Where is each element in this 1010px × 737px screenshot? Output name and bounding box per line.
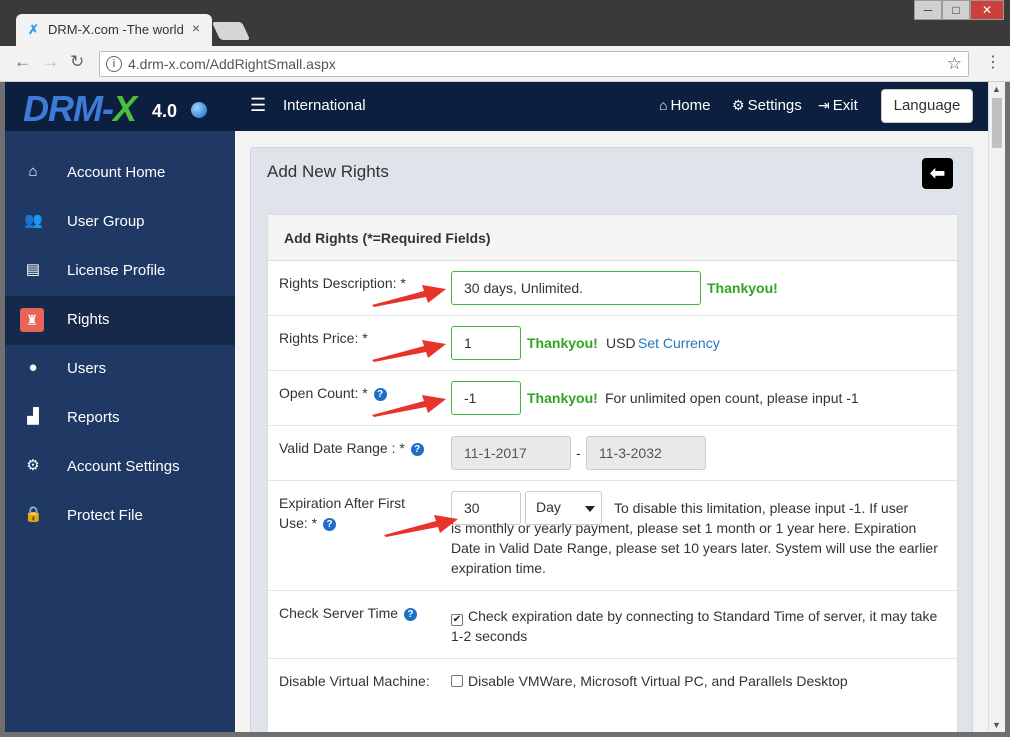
sidebar-item-rights[interactable]: ♜ Rights <box>5 296 235 345</box>
scrollbar[interactable]: ▲ ▼ <box>988 82 1005 732</box>
back-button[interactable]: ⬅ <box>922 158 953 189</box>
forward-arrow-icon[interactable]: → <box>42 52 59 72</box>
url-text: 4.drm-x.com/AddRightSmall.aspx <box>128 56 336 72</box>
expiration-hint-rest: is monthly or yearly payment, please set… <box>451 520 938 576</box>
disable-vm-checkbox[interactable] <box>451 675 463 687</box>
valid-date-row: Valid Date Range : * ? 11-1-2017 - 11-3-… <box>268 426 957 481</box>
date-separator: - <box>576 445 581 461</box>
help-icon[interactable]: ? <box>410 443 424 456</box>
home-icon: ⌂ <box>28 163 38 180</box>
open-count-input[interactable]: -1 <box>451 381 521 415</box>
red-arrow-annotation <box>384 515 458 537</box>
gear-icon: ⚙ <box>26 457 40 474</box>
disable-vm-row: Disable Virtual Machine: Disable VMWare,… <box>268 659 957 724</box>
rights-icon: ♜ <box>20 308 44 332</box>
disable-vm-label: Disable Virtual Machine: <box>279 673 430 689</box>
file-icon: ▤ <box>25 261 41 278</box>
reload-icon[interactable]: ↻ <box>70 52 84 72</box>
new-tab-button[interactable] <box>211 22 251 40</box>
international-label[interactable]: International <box>283 97 366 114</box>
sidebar-item-users[interactable]: ● Users <box>5 345 235 394</box>
valid-date-label-wrap: Valid Date Range : * ? <box>279 438 434 458</box>
top-navbar: DRM-X 4.0 ☰ International ⌂ Home ⚙ Setting… <box>5 82 988 131</box>
sidebar-item-account-home[interactable]: ⌂ Account Home <box>5 149 235 198</box>
page-title: Add New Rights <box>267 162 389 181</box>
rights-description-input[interactable]: 30 days, Unlimited. <box>451 271 701 305</box>
disable-vm-text: Disable VMWare, Microsoft Virtual PC, an… <box>468 673 848 689</box>
favicon-icon: ✗ <box>28 22 39 37</box>
home-icon: ⌂ <box>659 97 668 113</box>
set-currency-link[interactable]: Set Currency <box>638 333 720 353</box>
help-icon[interactable]: ? <box>403 608 417 621</box>
lock-icon: 🔒 <box>24 506 43 523</box>
expiration-hint-line1: To disable this limitation, please input… <box>614 500 909 516</box>
help-icon[interactable]: ? <box>323 518 337 531</box>
tab-title: DRM-X.com -The world <box>48 22 184 37</box>
valid-date-from-input[interactable]: 11-1-2017 <box>451 436 571 470</box>
browser-menu-icon[interactable]: ⋮ <box>985 52 1001 72</box>
info-icon[interactable]: i <box>106 56 122 72</box>
currency-text: USD <box>606 335 636 351</box>
tab-close-icon[interactable]: × <box>192 20 200 36</box>
chevron-down-icon <box>585 506 595 512</box>
hamburger-menu-icon[interactable]: ☰ <box>250 95 266 116</box>
rights-description-status: Thankyou! <box>707 280 778 296</box>
sidebar-item-protect-file[interactable]: 🔒 Protect File <box>5 492 235 541</box>
user-group-icon: 👥 <box>24 212 43 229</box>
expiration-unit-value: Day <box>536 499 561 515</box>
sidebar-item-reports[interactable]: ▟ Reports <box>5 394 235 443</box>
globe-icon <box>191 102 207 118</box>
address-bar[interactable]: i 4.drm-x.com/AddRightSmall.aspx ☆ <box>99 51 969 77</box>
valid-date-label: Valid Date Range : * <box>279 440 405 456</box>
nav-settings-link[interactable]: ⚙ Settings <box>732 97 802 114</box>
open-count-label: Open Count: * <box>279 385 368 401</box>
nav-exit-link[interactable]: ⇥ Exit <box>818 97 858 114</box>
open-count-status: Thankyou! <box>527 390 598 406</box>
gear-icon: ⚙ <box>732 97 745 113</box>
add-rights-panel: Add Rights (*=Required Fields) Rights De… <box>267 214 958 732</box>
valid-date-to-input[interactable]: 11-3-2032 <box>586 436 706 470</box>
back-arrow-icon[interactable]: ← <box>14 52 31 72</box>
back-arrow-icon: ⬅ <box>929 163 946 183</box>
rights-price-input[interactable]: 1 <box>451 326 521 360</box>
scroll-up-icon[interactable]: ▲ <box>992 84 1001 94</box>
open-count-hint: For unlimited open count, please input -… <box>605 390 859 406</box>
browser-tab[interactable]: ✗ DRM-X.com -The world × <box>16 14 212 46</box>
scroll-down-icon[interactable]: ▼ <box>992 720 1001 730</box>
exit-icon: ⇥ <box>818 97 830 113</box>
sidebar-item-license-profile[interactable]: ▤ License Profile <box>5 247 235 296</box>
check-server-time-row: Check Server Time ? ✔ Check expiration da… <box>268 591 957 659</box>
main-content: Add New Rights ⬅ Add Rights (*=Required … <box>250 147 973 732</box>
check-server-time-checkbox[interactable]: ✔ <box>451 614 463 626</box>
panel-title: Add Rights (*=Required Fields) <box>268 215 957 261</box>
drm-x-logo[interactable]: DRM-X <box>23 88 137 130</box>
minimize-button[interactable]: ─ <box>914 0 942 20</box>
check-server-time-label: Check Server Time <box>279 605 399 621</box>
sidebar: ⌂ Account Home 👥 User Group ▤ License Profi… <box>5 131 235 732</box>
sidebar-item-user-group[interactable]: 👥 User Group <box>5 198 235 247</box>
close-window-button[interactable]: ✕ <box>970 0 1004 20</box>
check-server-time-option: ✔ Check expiration date by connecting to … <box>451 606 947 646</box>
browser-chrome: ✗ DRM-X.com -The world × ─ □ ✕ ← → ↻ i 4… <box>0 0 1010 82</box>
red-arrow-annotation <box>372 340 446 362</box>
rights-price-status: Thankyou! <box>527 335 598 351</box>
red-arrow-annotation <box>372 395 446 417</box>
red-arrow-annotation <box>372 285 446 307</box>
browser-toolbar: ← → ↻ i 4.drm-x.com/AddRightSmall.aspx ☆… <box>0 46 1010 82</box>
maximize-button[interactable]: □ <box>942 0 970 20</box>
check-server-time-text: Check expiration date by connecting to S… <box>451 608 938 644</box>
sidebar-item-account-settings[interactable]: ⚙ Account Settings <box>5 443 235 492</box>
scrollbar-thumb[interactable] <box>992 98 1002 148</box>
nav-home-link[interactable]: ⌂ Home <box>659 97 710 114</box>
language-button[interactable]: Language <box>881 89 973 123</box>
logo-version: 4.0 <box>152 101 178 121</box>
check-server-time-label-wrap: Check Server Time ? <box>279 603 434 623</box>
user-icon: ● <box>28 359 38 376</box>
web-page: DRM-X 4.0 ☰ International ⌂ Home ⚙ Setting… <box>5 82 988 732</box>
chart-icon: ▟ <box>27 408 39 425</box>
bookmark-star-icon[interactable]: ☆ <box>947 54 962 74</box>
disable-vm-option: Disable VMWare, Microsoft Virtual PC, an… <box>451 671 947 691</box>
expiration-row: Expiration After First Use: * ? 30 Day T… <box>268 481 957 591</box>
